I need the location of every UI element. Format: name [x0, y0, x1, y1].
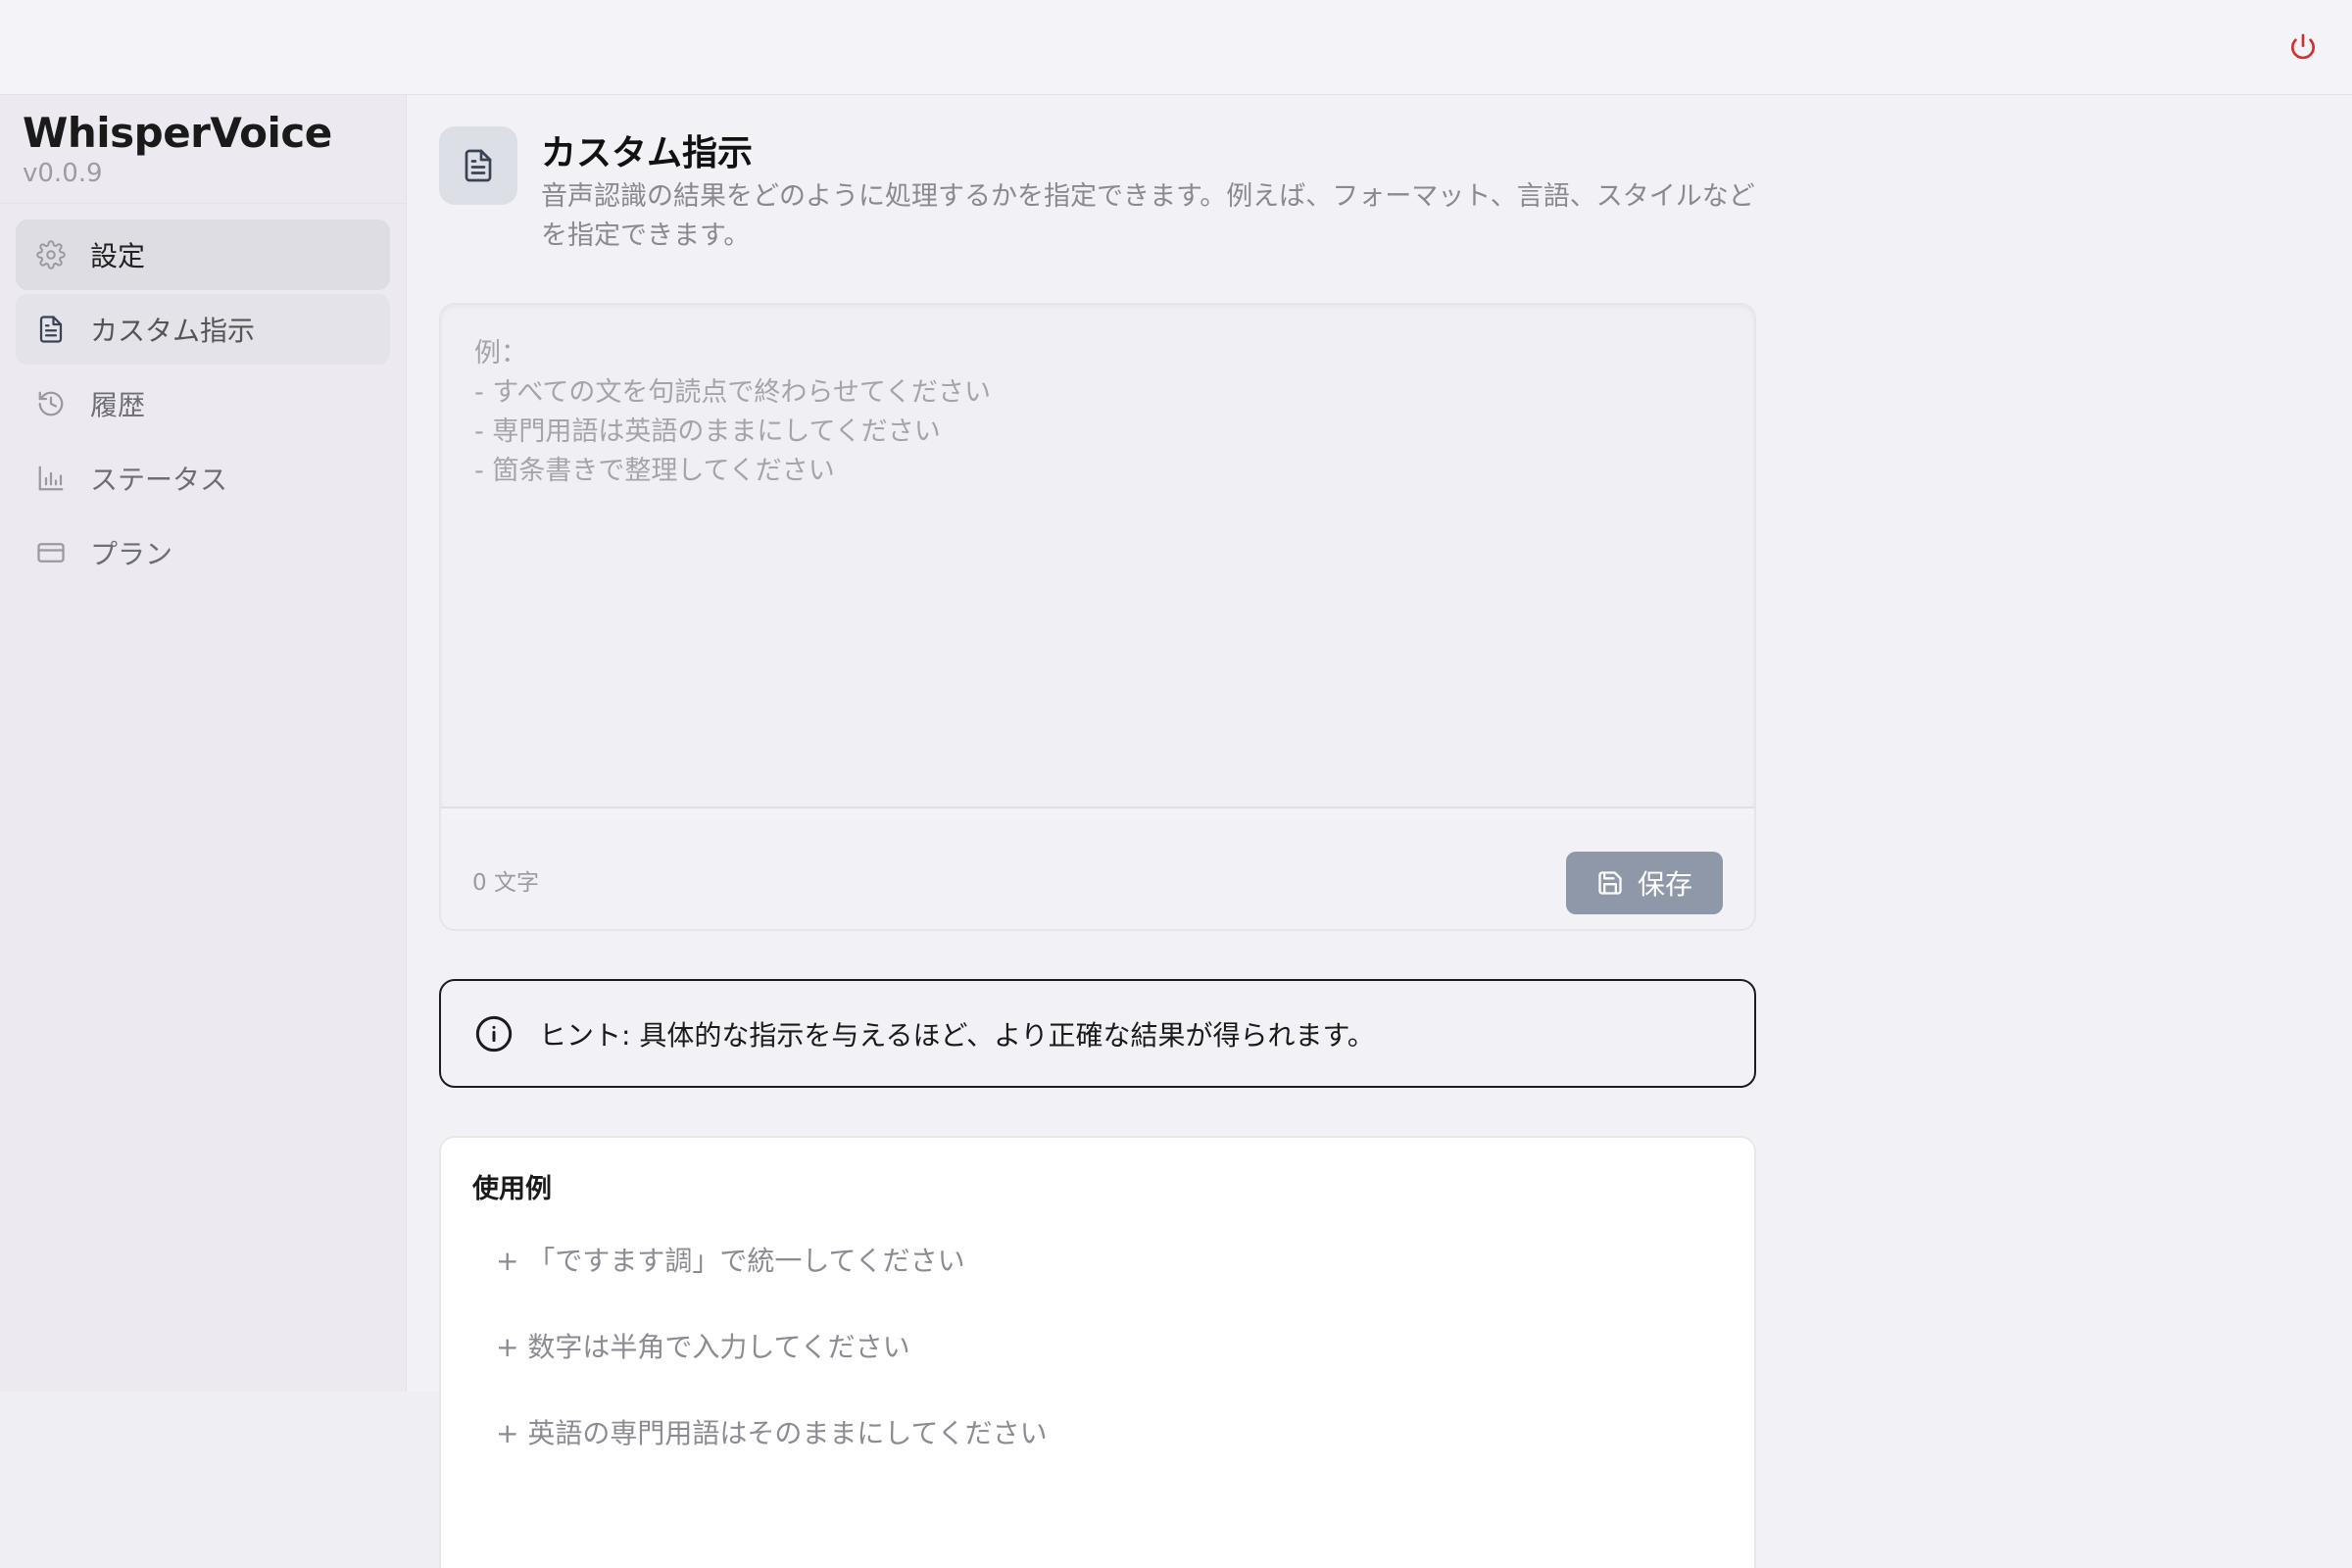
- sidebar-item-label: カスタム指示: [90, 315, 256, 347]
- sidebar-item-status[interactable]: ステータス: [16, 443, 390, 514]
- sidebar-footer-area: [0, 1392, 441, 1568]
- sidebar-item-label: ステータス: [90, 464, 228, 496]
- editor-footer: 0 文字 保存: [441, 820, 1754, 929]
- sidebar: WhisperVoice v0.0.9 設定 カスタム指示 履歴 ステータス プ…: [0, 95, 407, 1392]
- power-icon: [2291, 33, 2315, 60]
- sidebar-item-history[interactable]: 履歴: [16, 368, 390, 439]
- history-icon: [35, 388, 67, 419]
- gear-icon: [35, 239, 67, 270]
- app-version: v0.0.9: [23, 159, 103, 188]
- page-title: カスタム指示: [541, 133, 754, 173]
- hint-text: ヒント: 具体的な指示を与えるほど、より正確な結果が得られます。: [539, 1018, 1375, 1052]
- brand: WhisperVoice v0.0.9: [23, 109, 332, 188]
- sidebar-nav: 設定 カスタム指示 履歴 ステータス プラン: [16, 220, 390, 592]
- app-name: WhisperVoice: [23, 109, 332, 157]
- info-icon: [474, 1014, 514, 1054]
- char-count: 0 文字: [472, 870, 539, 896]
- sidebar-item-settings[interactable]: 設定: [16, 220, 390, 290]
- examples-card: 使用例 + 「ですます調」で統一してください + 数字は半角で入力してください …: [439, 1136, 1756, 1568]
- sidebar-item-custom-instructions[interactable]: カスタム指示: [16, 294, 390, 365]
- hint-box: ヒント: 具体的な指示を与えるほど、より正確な結果が得られます。: [439, 979, 1756, 1088]
- document-icon: [439, 126, 517, 205]
- instructions-textarea[interactable]: 例： - すべての文を句読点で終わらせてください - 専門用語は英語のままにして…: [441, 305, 1754, 808]
- example-item[interactable]: + 英語の専門用語はそのままにしてください: [496, 1412, 1048, 1451]
- power-button[interactable]: [2283, 27, 2323, 67]
- page-description: 音声認識の結果をどのように処理するかを指定できます。例えば、フォーマット、言語、…: [541, 181, 1755, 251]
- examples-title: 使用例: [472, 1174, 552, 1204]
- sidebar-item-label: プラン: [90, 538, 173, 570]
- divider: [0, 203, 406, 204]
- credit-card-icon: [35, 537, 67, 568]
- document-icon: [35, 314, 67, 345]
- save-button-label: 保存: [1637, 868, 1692, 901]
- instructions-editor-card: 例： - すべての文を句読点で終わらせてください - 専門用語は英語のままにして…: [439, 303, 1756, 931]
- top-bar: [0, 0, 2352, 95]
- bar-chart-icon: [35, 463, 67, 494]
- sidebar-item-plan[interactable]: プラン: [16, 517, 390, 588]
- save-button[interactable]: 保存: [1566, 852, 1723, 914]
- sidebar-item-label: 履歴: [90, 389, 146, 421]
- example-item[interactable]: + 「ですます調」で統一してください: [496, 1240, 965, 1279]
- example-item[interactable]: + 数字は半角で入力してください: [496, 1326, 910, 1365]
- save-icon: [1596, 869, 1624, 897]
- sidebar-item-label: 設定: [90, 240, 146, 272]
